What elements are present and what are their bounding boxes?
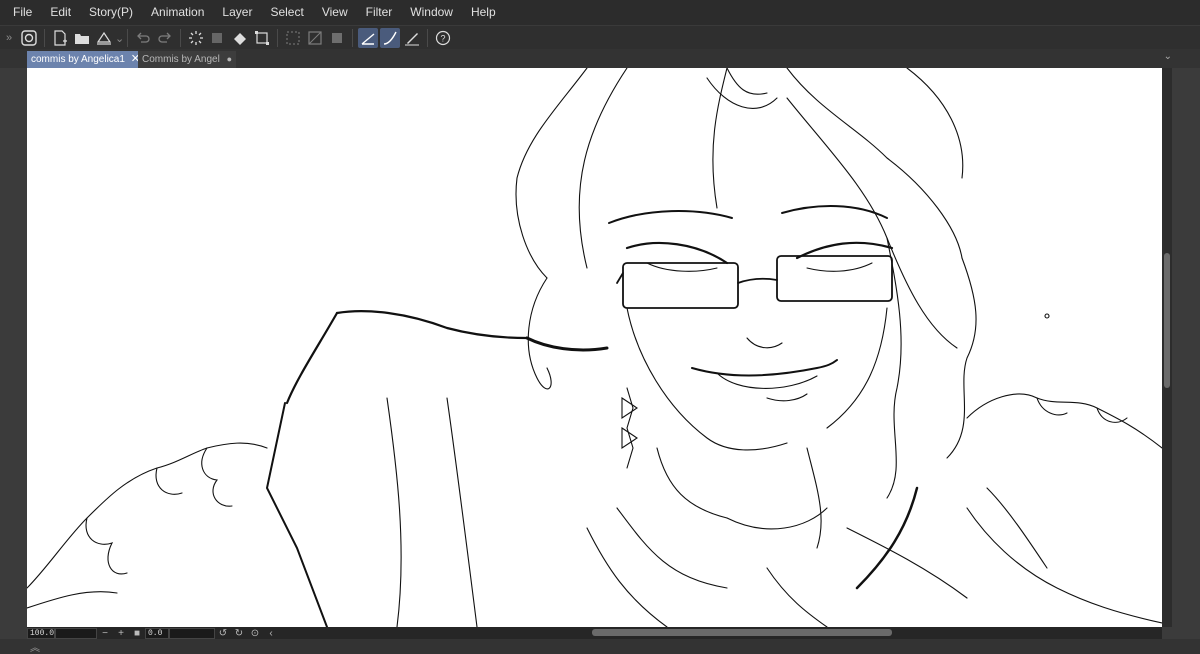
menu-bar: File Edit Story(P) Animation Layer Selec… — [0, 0, 1200, 25]
open-folder-icon[interactable] — [72, 28, 92, 48]
left-dock — [0, 68, 27, 627]
horizontal-scroll-thumb[interactable] — [592, 629, 892, 636]
chevron-up-icon[interactable]: ︽ — [30, 639, 40, 654]
menu-filter[interactable]: Filter — [357, 0, 402, 25]
fit-screen-icon[interactable]: ■ — [129, 628, 145, 639]
pen-stroke-icon[interactable] — [358, 28, 378, 48]
drawing-canvas[interactable] — [27, 68, 1162, 627]
reset-rotation-icon[interactable]: ⊙ — [247, 628, 263, 639]
tab-label: Commis by Angel — [142, 54, 220, 65]
tab-document-inactive[interactable]: Commis by Angel ● — [138, 51, 236, 68]
pen-curve-icon[interactable] — [380, 28, 400, 48]
snap-icon[interactable] — [305, 28, 325, 48]
vertical-scroll-thumb[interactable] — [1164, 253, 1170, 388]
rotate-left-icon[interactable]: ↺ — [215, 628, 231, 639]
hide-selection-icon[interactable] — [283, 28, 303, 48]
toolbar-divider — [44, 29, 45, 47]
fill-icon[interactable] — [230, 28, 250, 48]
redo-icon[interactable] — [155, 28, 175, 48]
menu-animation[interactable]: Animation — [142, 0, 213, 25]
menu-story[interactable]: Story(P) — [80, 0, 142, 25]
new-canvas-icon[interactable] — [50, 28, 70, 48]
menu-layer[interactable]: Layer — [213, 0, 261, 25]
rotate-right-icon[interactable]: ↻ — [231, 628, 247, 639]
clear-icon[interactable] — [208, 28, 228, 48]
toolbar-divider — [127, 29, 128, 47]
canvas-status-bar: 100.0 − + ■ 0.0 ↺ ↻ ⊙ ‹ — [27, 627, 1162, 639]
menu-file[interactable]: File — [0, 0, 41, 25]
bottom-dock: ︽ — [0, 639, 1200, 654]
svg-text:?: ? — [440, 34, 445, 44]
toolbar-divider — [180, 29, 181, 47]
vertical-scrollbar[interactable] — [1162, 68, 1172, 627]
zoom-out-button[interactable]: − — [97, 628, 113, 639]
tab-label: commis by Angelica1 — [31, 54, 125, 65]
chevron-down-icon[interactable]: ⌄ — [1164, 51, 1172, 62]
dock-expand-icon[interactable]: » — [0, 32, 18, 44]
rotation-value-field[interactable]: 0.0 — [145, 627, 169, 639]
lineart-drawing — [27, 68, 1162, 627]
rotation-slider[interactable] — [169, 627, 215, 639]
zoom-in-button[interactable]: + — [113, 628, 129, 639]
loading-spinner-icon[interactable] — [186, 28, 206, 48]
toolbar-divider — [277, 29, 278, 47]
transform-icon[interactable] — [252, 28, 272, 48]
menu-view[interactable]: View — [313, 0, 357, 25]
save-icon[interactable] — [94, 28, 114, 48]
tab-document-active[interactable]: commis by Angelica1 ✕ — [27, 51, 143, 68]
flip-icon[interactable]: ‹ — [263, 628, 279, 639]
zoom-slider[interactable] — [55, 627, 97, 639]
toolbar-divider — [352, 29, 353, 47]
menu-help[interactable]: Help — [462, 0, 505, 25]
undo-icon[interactable] — [133, 28, 153, 48]
clip-studio-icon[interactable] — [19, 28, 39, 48]
pen-edit-icon[interactable] — [402, 28, 422, 48]
command-bar: » ⌄ ? — [0, 25, 1200, 65]
right-dock — [1172, 68, 1200, 627]
toolbar-divider — [427, 29, 428, 47]
zoom-value-field[interactable]: 100.0 — [27, 627, 55, 639]
menu-window[interactable]: Window — [401, 0, 462, 25]
unsaved-dot-icon: ● — [226, 54, 232, 64]
chevron-down-icon[interactable]: ⌄ — [115, 32, 124, 45]
menu-select[interactable]: Select — [261, 0, 312, 25]
menu-edit[interactable]: Edit — [41, 0, 80, 25]
ruler-snap-icon[interactable] — [327, 28, 347, 48]
document-tab-bar: commis by Angelica1 ✕ Commis by Angel ● — [0, 49, 1200, 68]
help-icon[interactable]: ? — [433, 28, 453, 48]
